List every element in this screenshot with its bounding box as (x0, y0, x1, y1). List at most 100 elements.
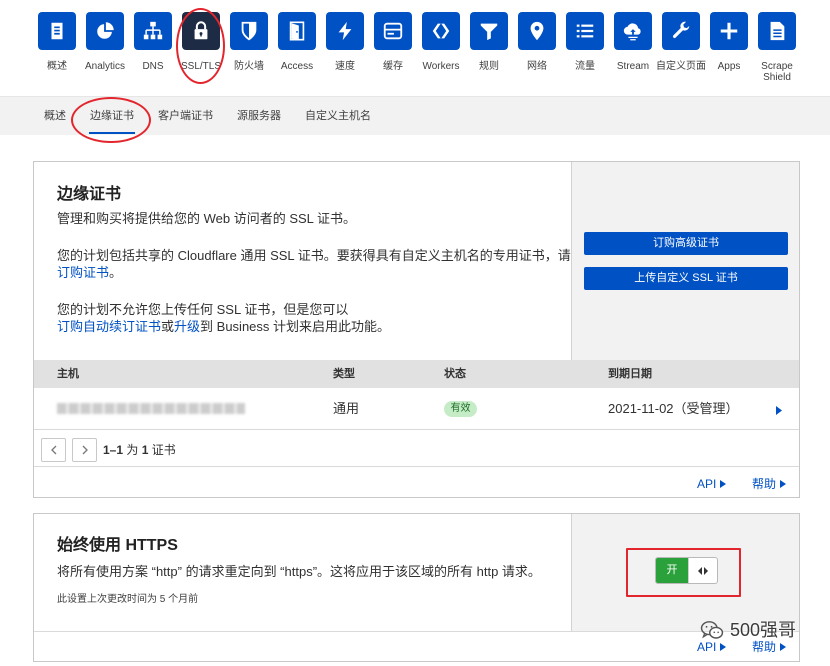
card-footer: API 帮助 (34, 632, 799, 661)
nav-item-label: Access (280, 61, 314, 72)
expiry-date: 2021-11-02（受管理） (608, 401, 739, 416)
cert-type: 通用 (333, 401, 360, 416)
nav-item-label: 自定义页面 (656, 61, 706, 72)
nav-item-label: 速度 (335, 61, 355, 72)
upgrade-suffix: 到 Business 计划来启用此功能。 (200, 319, 391, 334)
nav-item-label: Workers (422, 61, 460, 72)
nav-item-cache[interactable]: 缓存 (369, 12, 417, 83)
tab-edge-certificates[interactable]: 边缘证书 (89, 97, 135, 135)
filter-icon (470, 12, 508, 50)
upgrade-link[interactable]: 升级 (174, 319, 200, 334)
next-page-button[interactable] (72, 438, 97, 462)
caret-right-icon (720, 643, 727, 651)
document-icon (758, 12, 796, 50)
plan-text-punctuation: 。 (109, 265, 123, 280)
pagination-unit: 证书 (151, 443, 176, 457)
plan-text-end: 订购证书。 (57, 264, 122, 281)
card-description: 管理和购买将提供给您的 Web 访问者的 SSL 证书。 (57, 211, 357, 226)
sub-nav: 概述 边缘证书 客户端证书 源服务器 自定义主机名 (0, 96, 830, 135)
card-title: 边缘证书 (57, 186, 122, 203)
tab-origin-server[interactable]: 源服务器 (237, 97, 281, 135)
bolt-icon (326, 12, 364, 50)
nav-item-traffic[interactable]: 流量 (561, 12, 609, 83)
nav-item-network[interactable]: 网络 (513, 12, 561, 83)
nav-item-label: 缓存 (383, 61, 403, 72)
tab-client-certificates[interactable]: 客户端证书 (158, 97, 213, 135)
watermark: 500强哥 (700, 619, 796, 641)
table-header: 主机 类型 状态 到期日期 (34, 360, 799, 388)
setting-panel: 开 (571, 514, 799, 631)
order-certificate-link[interactable]: 订购证书 (57, 265, 109, 280)
wrench-icon (662, 12, 700, 50)
api-link-label: API (697, 477, 717, 491)
watermark-text: 500强哥 (730, 620, 797, 640)
order-advanced-certificate-button[interactable]: 订购高级证书 (584, 232, 788, 255)
actions-panel: 订购高级证书 上传自定义 SSL 证书 (571, 162, 799, 360)
workers-icon (422, 12, 460, 50)
column-header-expiry[interactable]: 到期日期 (608, 360, 652, 388)
nav-item-speed[interactable]: 速度 (321, 12, 369, 83)
nav-item-label: Apps (717, 61, 741, 72)
order-auto-renew-link[interactable]: 订购自动续订证书 (57, 319, 161, 334)
nav-item-label: 防火墙 (234, 61, 264, 72)
card-title: 始终使用 HTTPS (57, 537, 178, 554)
nav-item-label: Scrape Shield (761, 61, 793, 83)
table-row[interactable]: 通用 有效 2021-11-02（受管理） (34, 388, 799, 430)
nav-item-access[interactable]: Access (273, 12, 321, 83)
nav-item-label: 网络 (527, 61, 547, 72)
pagination-total: 1 (141, 443, 149, 457)
nav-item-label: 概述 (47, 61, 67, 72)
nav-item-label: Stream (616, 61, 650, 72)
nav-item-label: DNS (142, 61, 164, 72)
column-header-type[interactable]: 类型 (333, 360, 355, 388)
cloud-upload-icon (614, 12, 652, 50)
nav-item-label: 规则 (479, 61, 499, 72)
nav-item-custom-pages[interactable]: 自定义页面 (656, 12, 706, 83)
nav-item-ssl-tls[interactable]: SSL/TLS (177, 12, 225, 83)
caret-right-icon[interactable] (774, 403, 784, 415)
nav-item-label: Analytics (84, 61, 125, 72)
help-link-label: 帮助 (752, 477, 777, 491)
tab-overview[interactable]: 概述 (44, 97, 66, 135)
toggle-arrows-icon (688, 558, 717, 583)
column-header-status[interactable]: 状态 (444, 360, 466, 388)
nav-item-stream[interactable]: Stream (609, 12, 657, 83)
upload-custom-ssl-button[interactable]: 上传自定义 SSL 证书 (584, 267, 788, 290)
nav-item-dns[interactable]: DNS (129, 12, 177, 83)
upload-options-text: 订购自动续订证书或升级到 Business 计划来启用此功能。 (57, 318, 390, 335)
nav-item-overview[interactable]: 概述 (33, 12, 81, 83)
nav-item-workers[interactable]: Workers (417, 12, 465, 83)
chevron-left-icon (50, 445, 56, 455)
help-link[interactable]: 帮助 (752, 469, 787, 497)
network-icon (134, 12, 172, 50)
tab-custom-hostnames[interactable]: 自定义主机名 (305, 97, 371, 135)
caret-right-icon (780, 643, 787, 651)
last-changed-text: 此设置上次更改时间为 5 个月前 (57, 594, 199, 605)
pagination-summary: 1–1 为 1 证书 (103, 432, 176, 468)
plus-icon (710, 12, 748, 50)
always-https-toggle[interactable]: 开 (655, 557, 718, 584)
door-icon (278, 12, 316, 50)
nav-item-firewall[interactable]: 防火墙 (225, 12, 273, 83)
always-use-https-card: 始终使用 HTTPS 将所有使用方案 “http” 的请求重定向到 “https… (33, 513, 800, 662)
shield-icon (230, 12, 268, 50)
plan-text: 您的计划包括共享的 Cloudflare 通用 SSL 证书。要获得具有自定义主… (57, 248, 571, 263)
nav-item-scrape-shield[interactable]: Scrape Shield (753, 12, 801, 83)
wechat-icon (700, 621, 724, 639)
or-text: 或 (161, 319, 175, 334)
lock-icon (182, 12, 220, 50)
card-footer: API 帮助 (34, 469, 799, 497)
nav-item-apps[interactable]: Apps (705, 12, 753, 83)
document-icon (38, 12, 76, 50)
caret-right-icon (780, 480, 787, 488)
chevron-right-icon (82, 445, 88, 455)
api-link[interactable]: API (697, 469, 727, 497)
pagination: 1–1 为 1 证书 (34, 430, 799, 467)
column-header-host[interactable]: 主机 (57, 360, 79, 388)
previous-page-button[interactable] (41, 438, 66, 462)
nav-item-analytics[interactable]: Analytics (81, 12, 129, 83)
upload-text: 您的计划不允许您上传任何 SSL 证书，但是您可以 (57, 302, 349, 317)
edge-certificates-card: 边缘证书 管理和购买将提供给您的 Web 访问者的 SSL 证书。 您的计划包括… (33, 161, 800, 498)
pagination-range: 1–1 (103, 443, 124, 457)
nav-item-rules[interactable]: 规则 (465, 12, 513, 83)
